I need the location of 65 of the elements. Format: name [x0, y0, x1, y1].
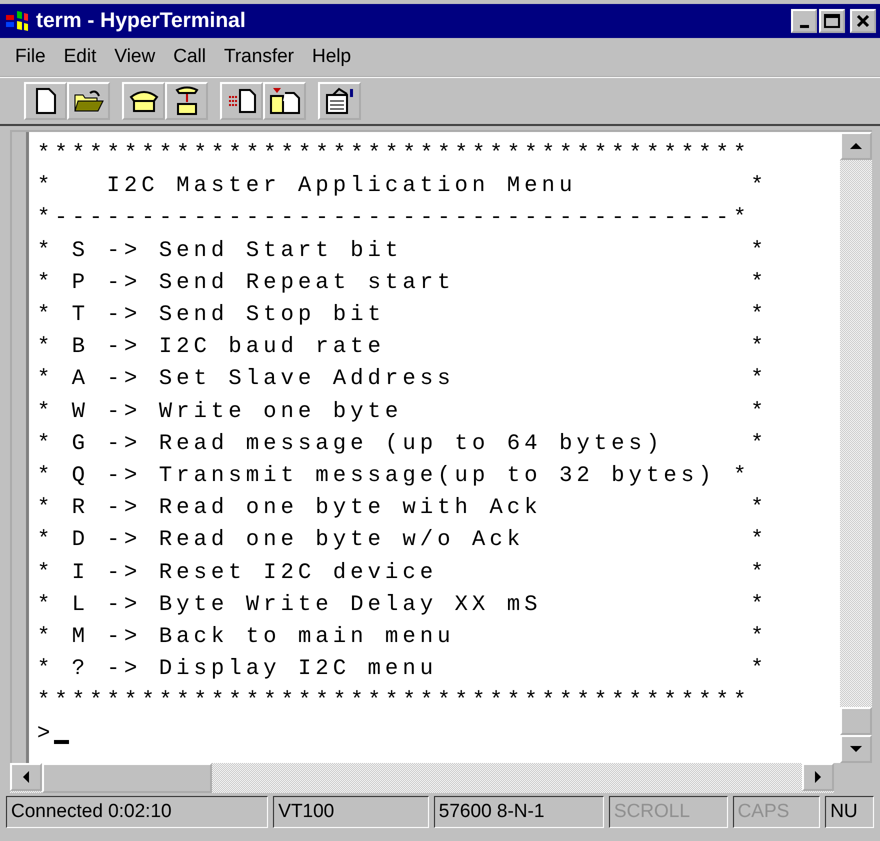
- menu-item[interactable]: Edit: [56, 44, 104, 70]
- toolbar-button[interactable]: [220, 82, 263, 120]
- toolbar-button[interactable]: [318, 82, 361, 120]
- terminal-line: * Q -> Transmit message(up to 32 bytes) *: [37, 462, 750, 490]
- down-arrow-icon: [850, 745, 862, 753]
- telephone-icon: [128, 89, 158, 113]
- menu-item[interactable]: Help: [305, 44, 358, 70]
- toolbar-button[interactable]: [122, 82, 165, 120]
- telephone-hangup-icon: [174, 86, 200, 116]
- terminal-line: *---------------------------------------*: [37, 204, 750, 232]
- terminal-line: * ? -> Display I2C menu *: [37, 655, 768, 684]
- blank-page-icon: [36, 88, 56, 114]
- minimize-icon: [800, 24, 808, 28]
- receive-file-icon: [270, 87, 300, 115]
- up-arrow-icon: [850, 142, 862, 150]
- right-arrow-icon: [814, 771, 822, 783]
- menu-item[interactable]: File: [8, 44, 53, 70]
- close-button[interactable]: [850, 9, 876, 33]
- menu-item[interactable]: View: [107, 44, 162, 70]
- terminal-line: * B -> I2C baud rate *: [37, 333, 768, 362]
- status-pane: NU: [825, 796, 874, 828]
- terminal-line: * M -> Back to main menu *: [37, 623, 768, 652]
- scroll-up-button[interactable]: [840, 132, 872, 160]
- menu-item[interactable]: Call: [166, 44, 213, 70]
- terminal-line: * T -> Send Stop bit *: [37, 301, 768, 330]
- text-cursor: [54, 740, 70, 744]
- minimize-button[interactable]: [791, 9, 817, 33]
- terminal-line: * D -> Read one byte w/o Ack *: [37, 526, 768, 554]
- terminal-line: * I -> Reset I2C device *: [37, 558, 768, 587]
- terminal-prompt: >: [37, 720, 54, 748]
- terminal-screen[interactable]: [29, 132, 840, 763]
- terminal-line: * L -> Byte Write Delay XX mS *: [37, 590, 768, 619]
- horizontal-scrollbar[interactable]: [10, 763, 834, 793]
- terminal-line: * G -> Read message (up to 64 bytes) *: [37, 430, 768, 458]
- close-icon: [856, 14, 870, 28]
- toolbar-button[interactable]: [263, 82, 306, 120]
- toolbar-button[interactable]: [67, 82, 110, 120]
- scrollbar-thumb[interactable]: [42, 763, 212, 793]
- terminal-line: * P -> Send Repeat start *: [37, 268, 768, 297]
- status-pane: Connected 0:02:10: [6, 796, 268, 828]
- toolbar-button[interactable]: [165, 82, 208, 120]
- terminal-line: * A -> Set Slave Address *: [37, 365, 768, 394]
- terminal-line: *****************************************: [37, 687, 750, 716]
- scroll-left-button[interactable]: [10, 763, 42, 791]
- scrollbar-thumb[interactable]: [840, 707, 872, 735]
- app-logo-icon: [4, 9, 30, 33]
- menu-item[interactable]: Transfer: [216, 44, 301, 70]
- toolbar-button[interactable]: [24, 82, 67, 120]
- folder-icon: [74, 89, 104, 113]
- terminal-line: *****************************************: [37, 140, 750, 168]
- status-pane: VT100: [273, 796, 429, 828]
- terminal-line: * R -> Read one byte with Ack *: [37, 494, 768, 522]
- status-pane: 57600 8-N-1: [434, 796, 604, 828]
- terminal-line: * W -> Write one byte *: [37, 398, 768, 426]
- terminal-line: * S -> Send Start bit *: [37, 236, 768, 265]
- left-arrow-icon: [22, 771, 30, 783]
- window-title: term - HyperTerminal: [36, 9, 247, 33]
- scroll-down-button[interactable]: [840, 735, 872, 763]
- terminal-line: * I2C Master Application Menu *: [37, 172, 768, 200]
- vertical-scrollbar[interactable]: [840, 132, 872, 763]
- scroll-right-button[interactable]: [802, 763, 834, 791]
- maximize-button[interactable]: [819, 9, 845, 33]
- maximize-icon: [824, 14, 840, 28]
- properties-icon: [324, 87, 354, 115]
- send-file-icon: [226, 88, 256, 114]
